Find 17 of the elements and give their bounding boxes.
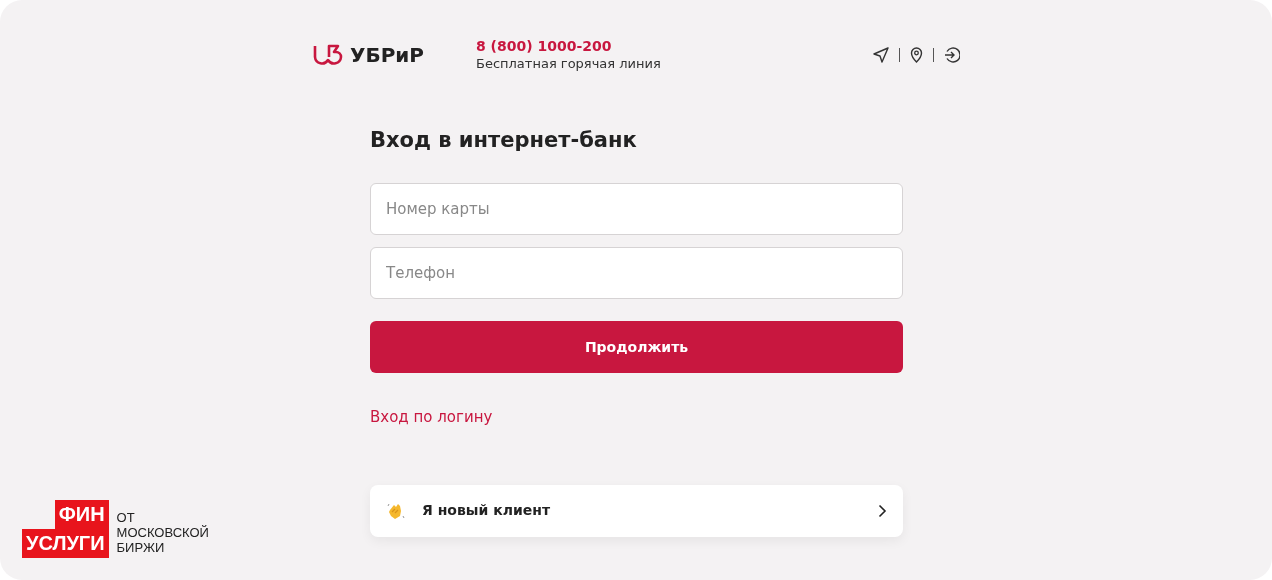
login-icon[interactable] [944, 46, 960, 63]
continue-button[interactable]: Продолжить [370, 321, 903, 374]
input-field[interactable]: Номер карты [370, 183, 903, 236]
input-field[interactable]: Телефон [370, 247, 903, 300]
phone-number[interactable]: 8 (800) 1000-200 [476, 36, 661, 55]
login-link[interactable]: Вход по логину [370, 406, 493, 429]
new-client-button[interactable]: Я новый клиент [370, 484, 903, 537]
page-title: Вход в интернет-банк [370, 128, 638, 154]
logo-text: УСЛУГИ [22, 529, 109, 558]
logo-text: ФИН [54, 500, 109, 529]
location-arrow-icon[interactable] [873, 46, 889, 63]
partner-tagline: ОТ МОСКОВСКОЙ БИРЖИ [116, 510, 209, 557]
logo-icon [312, 42, 344, 67]
brand-name[interactable]: УБРиР [350, 39, 424, 70]
hotline-caption: Бесплатная горячая линия [476, 54, 661, 73]
chevron-right-icon [878, 503, 887, 518]
map-pin-icon[interactable] [910, 46, 923, 63]
